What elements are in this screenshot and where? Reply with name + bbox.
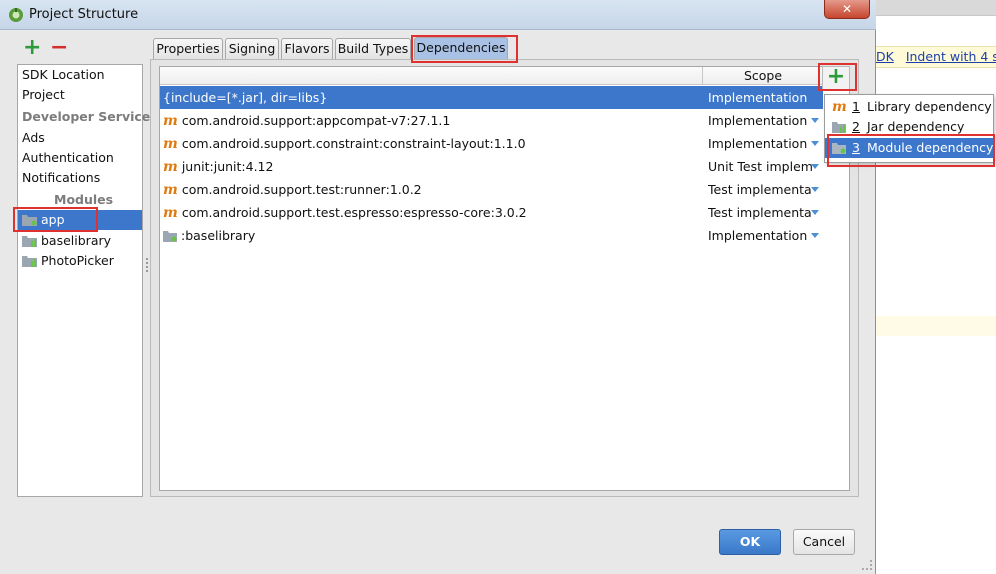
table-header: Scope	[160, 67, 823, 85]
jar-icon	[832, 122, 846, 133]
splitter-handle[interactable]	[146, 258, 148, 272]
module-folder-icon	[163, 230, 177, 242]
dependency-scope: Implementation	[708, 136, 808, 151]
title-bar[interactable]: Project Structure ✕	[0, 0, 876, 30]
highlight-app-module	[13, 207, 98, 232]
dependency-name: com.android.support:appcompat-v7:27.1.1	[181, 113, 451, 128]
sidebar-item-ads[interactable]: Ads	[22, 130, 45, 145]
maven-icon: m	[832, 99, 847, 115]
menu-item-label: Library dependency	[867, 99, 992, 114]
project-structure-dialog: Project Structure ✕ + − SDK Location Pro…	[0, 0, 876, 574]
window-title: Project Structure	[29, 7, 139, 22]
scope-dropdown-arrow-icon[interactable]	[811, 210, 819, 215]
hint-link-indent[interactable]: Indent with 4 spa	[906, 49, 996, 64]
cancel-button[interactable]: Cancel	[793, 529, 855, 555]
developer-services-heading: Developer Services	[22, 109, 158, 124]
tab-signing[interactable]: Signing	[225, 38, 279, 60]
sidebar-item-project[interactable]: Project	[22, 87, 65, 102]
remove-module-button[interactable]: −	[50, 37, 68, 59]
table-row[interactable]: m com.android.support.test.espresso:espre…	[160, 201, 823, 224]
library-module-icon	[22, 236, 37, 247]
maven-icon: m	[163, 159, 178, 175]
background-editor: DK Indent with 4 spa	[876, 0, 996, 574]
scope-dropdown-arrow-icon[interactable]	[811, 233, 819, 238]
close-button[interactable]: ✕	[824, 0, 870, 19]
table-row[interactable]: {include=[*.jar], dir=libs} Implementati…	[160, 86, 823, 109]
sidebar-item-sdk-location[interactable]: SDK Location	[22, 67, 105, 82]
menu-item-library-dependency[interactable]: m 1 Library dependency	[825, 97, 993, 117]
module-label: baselibrary	[41, 233, 112, 248]
tab-flavors[interactable]: Flavors	[281, 38, 333, 60]
sidebar-item-notifications[interactable]: Notifications	[22, 170, 100, 185]
library-module-icon	[22, 256, 37, 267]
sidebar: SDK Location Project Developer Services …	[17, 64, 158, 497]
background-highlight-line	[876, 316, 996, 336]
resize-grip[interactable]	[862, 560, 872, 570]
background-toolbar-strip	[876, 0, 996, 16]
sidebar-item-authentication[interactable]: Authentication	[22, 150, 114, 165]
tab-properties[interactable]: Properties	[153, 38, 223, 60]
highlight-add-button	[818, 63, 857, 91]
scope-dropdown-arrow-icon[interactable]	[811, 118, 819, 123]
dependencies-table: Scope {include=[*.jar], dir=libs} Implem…	[159, 66, 850, 491]
maven-icon: m	[163, 205, 178, 221]
table-row[interactable]: m com.android.support.test:runner:1.0.2 T…	[160, 178, 823, 201]
dependency-name: junit:junit:4.12	[181, 159, 274, 174]
android-studio-icon	[9, 8, 23, 22]
ok-button[interactable]: OK	[719, 529, 781, 555]
dependency-scope: Test implementat...	[708, 205, 812, 220]
table-row[interactable]: m com.android.support:appcompat-v7:27.1.1…	[160, 109, 823, 132]
dependency-scope: Unit Test implem...	[708, 159, 812, 174]
module-label: PhotoPicker	[41, 253, 114, 268]
highlight-dependencies-tab	[411, 35, 518, 63]
dependency-name: com.android.support.test:runner:1.0.2	[181, 182, 422, 197]
table-row[interactable]: m com.android.support.constraint:constrai…	[160, 132, 823, 155]
editorconfig-hint-bar: DK Indent with 4 spa	[876, 46, 996, 68]
dependency-scope: Implementation	[708, 90, 808, 105]
menu-item-number: 1	[852, 99, 860, 114]
maven-icon: m	[163, 182, 178, 198]
maven-icon: m	[163, 113, 178, 129]
highlight-module-dependency	[827, 134, 995, 167]
table-row[interactable]: mjunit:junit:4.12 Unit Test implem...	[160, 155, 823, 178]
dependency-name: {include=[*.jar], dir=libs}	[163, 90, 328, 105]
add-module-button[interactable]: +	[23, 37, 41, 59]
scope-dropdown-arrow-icon[interactable]	[811, 187, 819, 192]
dependency-scope: Test implementat...	[708, 182, 812, 197]
dependency-scope: Implementation	[708, 113, 808, 128]
scope-dropdown-arrow-icon[interactable]	[811, 164, 819, 169]
maven-icon: m	[163, 136, 178, 152]
scope-dropdown-arrow-icon[interactable]	[811, 141, 819, 146]
sidebar-module-baselibrary[interactable]: baselibrary	[18, 231, 142, 251]
tab-build-types[interactable]: Build Types	[335, 38, 411, 60]
dependency-scope: Implementation	[708, 228, 808, 243]
table-row[interactable]: :baselibrary Implementation	[160, 224, 823, 247]
scope-column-header[interactable]: Scope	[702, 67, 823, 85]
sidebar-module-photopicker[interactable]: PhotoPicker	[18, 251, 142, 271]
hint-link-sdk[interactable]: DK	[876, 49, 894, 64]
dependency-name: com.android.support.constraint:constrain…	[181, 136, 526, 151]
modules-heading: Modules	[54, 192, 114, 207]
dependency-name: :baselibrary	[181, 228, 256, 243]
dependency-name: com.android.support.test.espresso:espres…	[181, 205, 527, 220]
